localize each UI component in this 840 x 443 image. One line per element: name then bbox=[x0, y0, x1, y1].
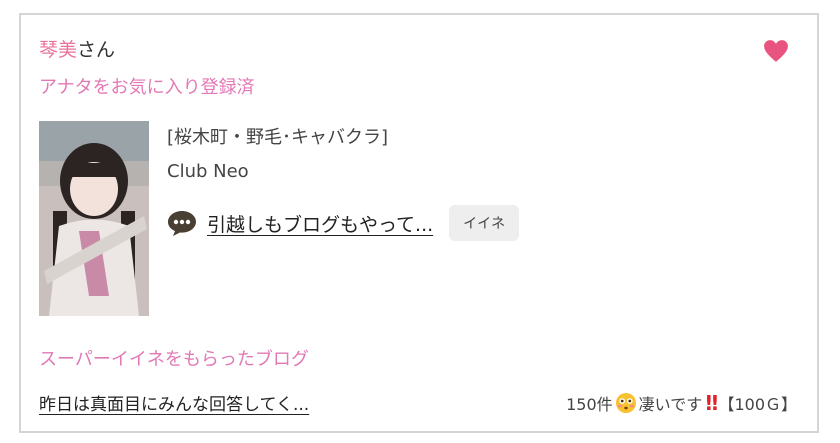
super-iine-row: 昨日は真面目にみんな回答してく... 150件 凄いです !! 【100Ｇ】 bbox=[39, 390, 797, 416]
iine-count: 150件 bbox=[566, 394, 613, 414]
flushed-face-emoji-icon bbox=[615, 392, 636, 413]
profile-info: [桜木町・野毛･キャバクラ] Club Neo bbox=[167, 123, 388, 182]
speech-bubble-icon bbox=[168, 211, 196, 236]
area-label: [桜木町・野毛･キャバクラ] bbox=[167, 127, 389, 148]
honorific-label: さん bbox=[77, 39, 116, 61]
reaction-text: 凄いです bbox=[638, 394, 703, 414]
profile-photo[interactable] bbox=[39, 121, 149, 316]
super-iine-blog-link[interactable]: 昨日は真面目にみんな回答してく... bbox=[39, 390, 309, 415]
shop-name[interactable]: Club Neo bbox=[167, 161, 388, 182]
iine-button[interactable]: イイネ bbox=[449, 205, 520, 241]
favorite-card: 琴美さん アナタをお気に入り登録済 [桜木町・野毛･キャバクラ] Club Ne… bbox=[19, 13, 819, 433]
name-label[interactable]: 琴美 bbox=[39, 39, 77, 61]
double-exclamation-icon: !! bbox=[704, 390, 719, 415]
super-iine-heading: スーパーイイネをもらったブログ bbox=[39, 349, 309, 370]
user-name: 琴美さん bbox=[39, 35, 115, 62]
super-iine-stats: 150件 凄いです !! 【100Ｇ】 bbox=[566, 391, 797, 415]
blog-title-link[interactable]: 引越しもブログもやって... bbox=[207, 210, 433, 237]
favorite-status: アナタをお気に入り登録済 bbox=[39, 77, 255, 98]
points-label: 【100Ｇ】 bbox=[718, 394, 797, 414]
heart-icon[interactable] bbox=[763, 39, 789, 63]
latest-blog-row: 引越しもブログもやって... イイネ bbox=[167, 205, 520, 241]
